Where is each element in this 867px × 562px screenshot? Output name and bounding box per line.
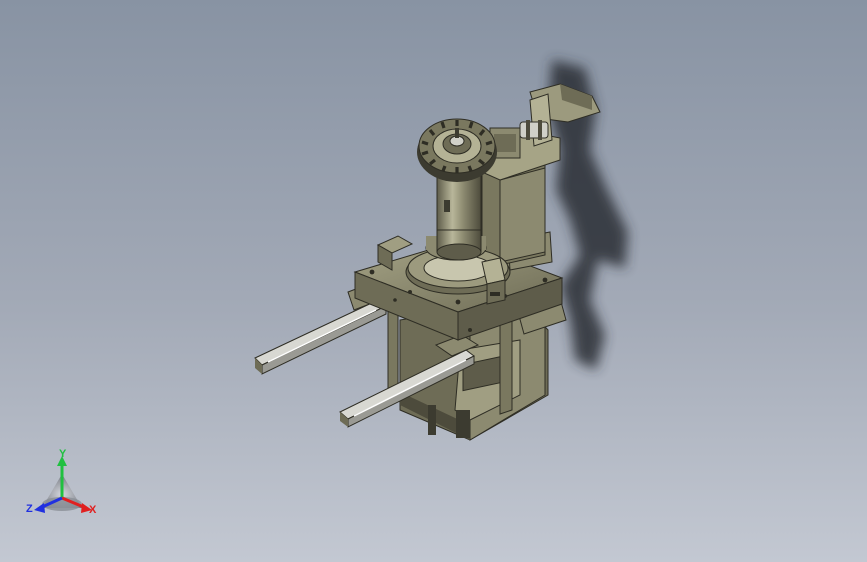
axis-x-label: X — [89, 504, 97, 516]
orientation-triad[interactable]: Y Z X — [22, 446, 108, 526]
cad-assembly-model[interactable] — [0, 0, 867, 562]
axis-y-label: Y — [59, 448, 67, 460]
axis-z-label: Z — [26, 503, 33, 515]
3d-viewport[interactable]: Y Z X — [0, 0, 867, 562]
linear-rail-upper — [254, 299, 387, 375]
top-gear — [417, 118, 497, 182]
